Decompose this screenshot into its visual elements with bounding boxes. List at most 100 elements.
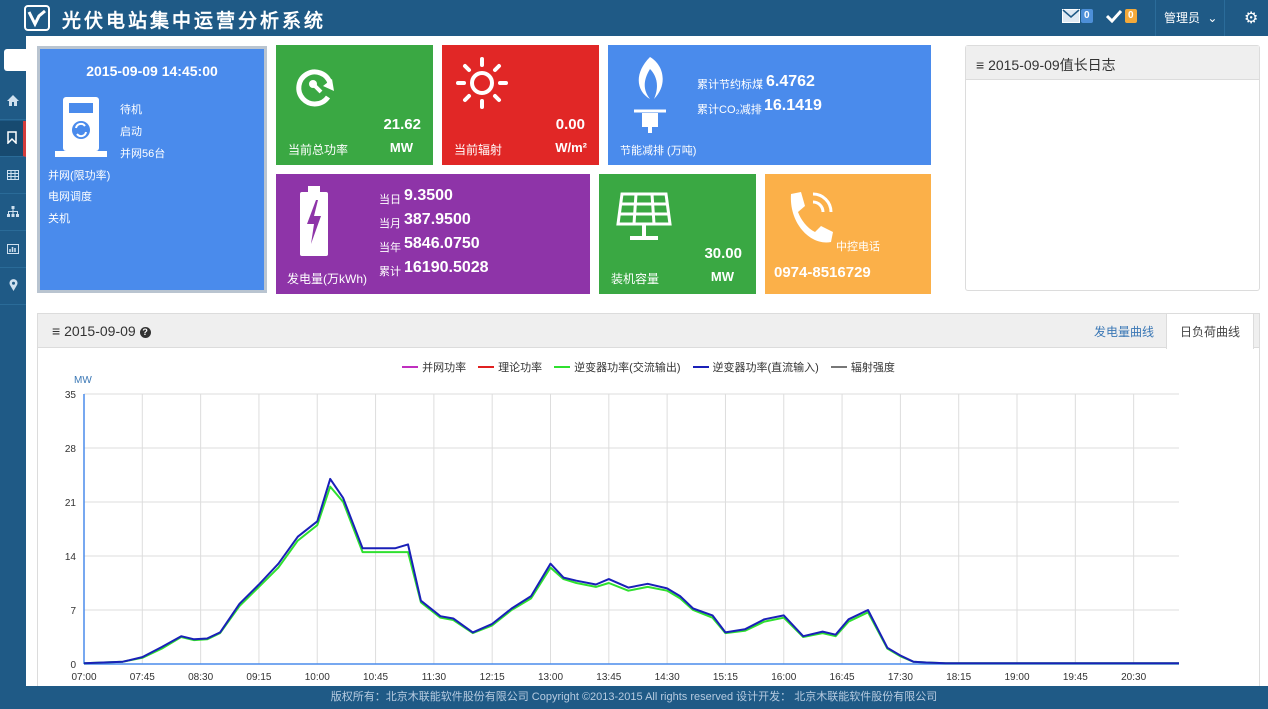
user-name: 管理员 <box>1164 11 1201 25</box>
capacity-unit: MW <box>710 269 734 284</box>
list-icon: ≡ <box>52 323 61 339</box>
coal-label: 累计节约标煤 <box>697 79 763 91</box>
phone-number: 0974-8516729 <box>774 264 871 281</box>
energy-saving-tile[interactable]: 累计节约标煤 6.4762 累计CO₂减排 16.1419 节能减排 (万吨) <box>608 45 931 165</box>
capacity-value: 30.00 <box>704 245 742 262</box>
tab-generation-curve[interactable]: 发电量曲线 <box>1082 314 1166 349</box>
gen-row-value: 5846.0750 <box>404 235 480 252</box>
gen-row-label: 当日 <box>379 194 401 206</box>
gen-row-value: 9.3500 <box>404 187 453 204</box>
x-tick-label: 10:45 <box>363 672 388 683</box>
gen-row-label: 当月 <box>379 218 401 230</box>
sidebar-item-bookmark[interactable] <box>0 121 26 157</box>
table-icon <box>7 169 19 183</box>
x-tick-label: 17:30 <box>888 672 913 683</box>
chart-panel-title-wrap: ≡ 2015-09-09 ? <box>52 323 151 339</box>
y-axis-unit: MW <box>74 375 92 386</box>
status-legend-connected: 并网56台 <box>120 148 166 160</box>
load-curve-chart[interactable]: MW 0 7 14 21 28 35 07:00 07:45 08:30 09:15 10:00 10:… <box>38 358 1259 688</box>
x-tick-label: 09:15 <box>246 672 271 683</box>
help-icon[interactable]: ? <box>139 326 151 338</box>
status-item-shutdown: 关机 <box>48 213 70 225</box>
map-pin-icon <box>9 279 18 294</box>
series-line-2 <box>83 485 1179 665</box>
status-datetime: 2015-09-09 14:45:00 <box>86 63 218 79</box>
power-label: 当前总功率 <box>288 143 349 157</box>
y-tick-label: 35 <box>65 390 77 401</box>
gen-row-label: 当年 <box>379 242 401 254</box>
y-tick-label: 7 <box>70 606 76 617</box>
x-tick-label: 08:30 <box>188 672 213 683</box>
x-tick-label: 18:15 <box>946 672 971 683</box>
bar-chart-icon <box>7 243 19 257</box>
x-tick-label: 12:15 <box>480 672 505 683</box>
eco-bulb-icon <box>630 55 670 138</box>
phone-icon <box>781 188 837 251</box>
generation-label: 发电量(万kWh) <box>287 272 367 286</box>
sidebar-search-input[interactable] <box>4 49 26 71</box>
phone-tile[interactable]: 中控电话 0974-8516729 <box>765 174 931 294</box>
duty-log-title: 2015-09-09值长日志 <box>988 57 1116 73</box>
duty-log-panel: ≡ 2015-09-09值长日志 <box>965 45 1260 291</box>
footer-copyright: 版权所有：北京木联能软件股份有限公司 Copyright ©2013-2015 … <box>0 686 1268 709</box>
list-icon: ≡ <box>976 57 985 73</box>
radiation-value: 0.00 <box>555 116 585 133</box>
tab-daily-load-curve[interactable]: 日负荷曲线 <box>1166 314 1254 349</box>
duty-log-header: ≡ 2015-09-09值长日志 <box>966 46 1259 80</box>
inverter-icon <box>55 97 107 160</box>
x-tick-label: 13:00 <box>538 672 563 683</box>
chart-panel-header: ≡ 2015-09-09 ? 发电量曲线 日负荷曲线 <box>38 314 1259 349</box>
sidebar-item-sitemap[interactable] <box>0 195 26 231</box>
status-legend-starting: 启动 <box>120 126 142 138</box>
capacity-tile[interactable]: 30.00 装机容量 MW <box>599 174 756 294</box>
x-tick-label: 11:30 <box>422 672 447 683</box>
x-tick-label: 07:00 <box>71 672 96 683</box>
check-icon[interactable] <box>1105 9 1123 27</box>
gen-row-value: 16190.5028 <box>404 259 489 276</box>
sidebar-item-home[interactable] <box>0 84 26 120</box>
sitemap-icon <box>7 205 19 220</box>
mail-count-badge: 0 <box>1081 9 1093 23</box>
sidebar-item-chart[interactable] <box>0 232 26 268</box>
gen-row-value: 387.9500 <box>404 211 471 228</box>
y-tick-label: 28 <box>65 444 77 455</box>
main-content: 2015-09-09 14:45:00 待机 启动 并网56台 并网(限功率) … <box>26 36 1268 688</box>
mail-icon[interactable] <box>1062 9 1080 27</box>
x-tick-label: 10:00 <box>305 672 330 683</box>
sidebar-item-location[interactable] <box>0 269 26 305</box>
coal-value: 6.4762 <box>766 73 815 90</box>
app-title: 光伏电站集中运营分析系统 <box>62 10 327 32</box>
x-tick-label: 16:45 <box>830 672 855 683</box>
y-tick-label: 21 <box>65 498 77 509</box>
power-unit: MW <box>389 140 413 155</box>
x-tick-label: 19:00 <box>1005 672 1030 683</box>
x-tick-label: 20:30 <box>1121 672 1146 683</box>
status-item-limited: 并网(限功率) <box>48 170 111 182</box>
task-count-badge: 0 <box>1125 9 1137 23</box>
radiation-unit: W/m² <box>555 140 587 155</box>
radiation-tile[interactable]: 0.00 当前辐射 W/m² <box>442 45 599 165</box>
generation-tile[interactable]: 发电量(万kWh) 当日 9.3500 当月 387.9500 当年 5846.… <box>276 174 590 294</box>
y-tick-label: 14 <box>65 552 77 563</box>
gear-icon[interactable]: ⚙ <box>1244 8 1258 28</box>
sun-icon <box>456 57 508 112</box>
battery-icon <box>299 186 329 261</box>
status-legend-standby: 待机 <box>120 104 142 116</box>
phone-label: 中控电话 <box>836 241 880 253</box>
load-curve-panel: ≡ 2015-09-09 ? 发电量曲线 日负荷曲线 并网功率 理论功率 逆变器… <box>37 313 1260 688</box>
top-navbar: 光伏电站集中运营分析系统 0 0 管理员 ⌄ ⚙ <box>0 0 1268 36</box>
solar-panel-icon <box>616 192 672 247</box>
station-status-tile: 2015-09-09 14:45:00 待机 启动 并网56台 并网(限功率) … <box>37 46 267 293</box>
sidebar <box>0 36 26 686</box>
power-tile[interactable]: 21.62 当前总功率 MW <box>276 45 433 165</box>
sidebar-item-table[interactable] <box>0 158 26 194</box>
bookmark-icon <box>6 130 17 147</box>
series-line-3 <box>83 477 1179 665</box>
x-tick-label: 07:45 <box>130 672 155 683</box>
radiation-label: 当前辐射 <box>454 143 503 157</box>
capacity-label: 装机容量 <box>611 272 660 286</box>
chevron-down-icon: ⌄ <box>1207 11 1218 25</box>
co2-value: 16.1419 <box>764 97 822 114</box>
user-menu[interactable]: 管理员 ⌄ <box>1155 0 1225 36</box>
x-tick-label: 13:45 <box>596 672 621 683</box>
